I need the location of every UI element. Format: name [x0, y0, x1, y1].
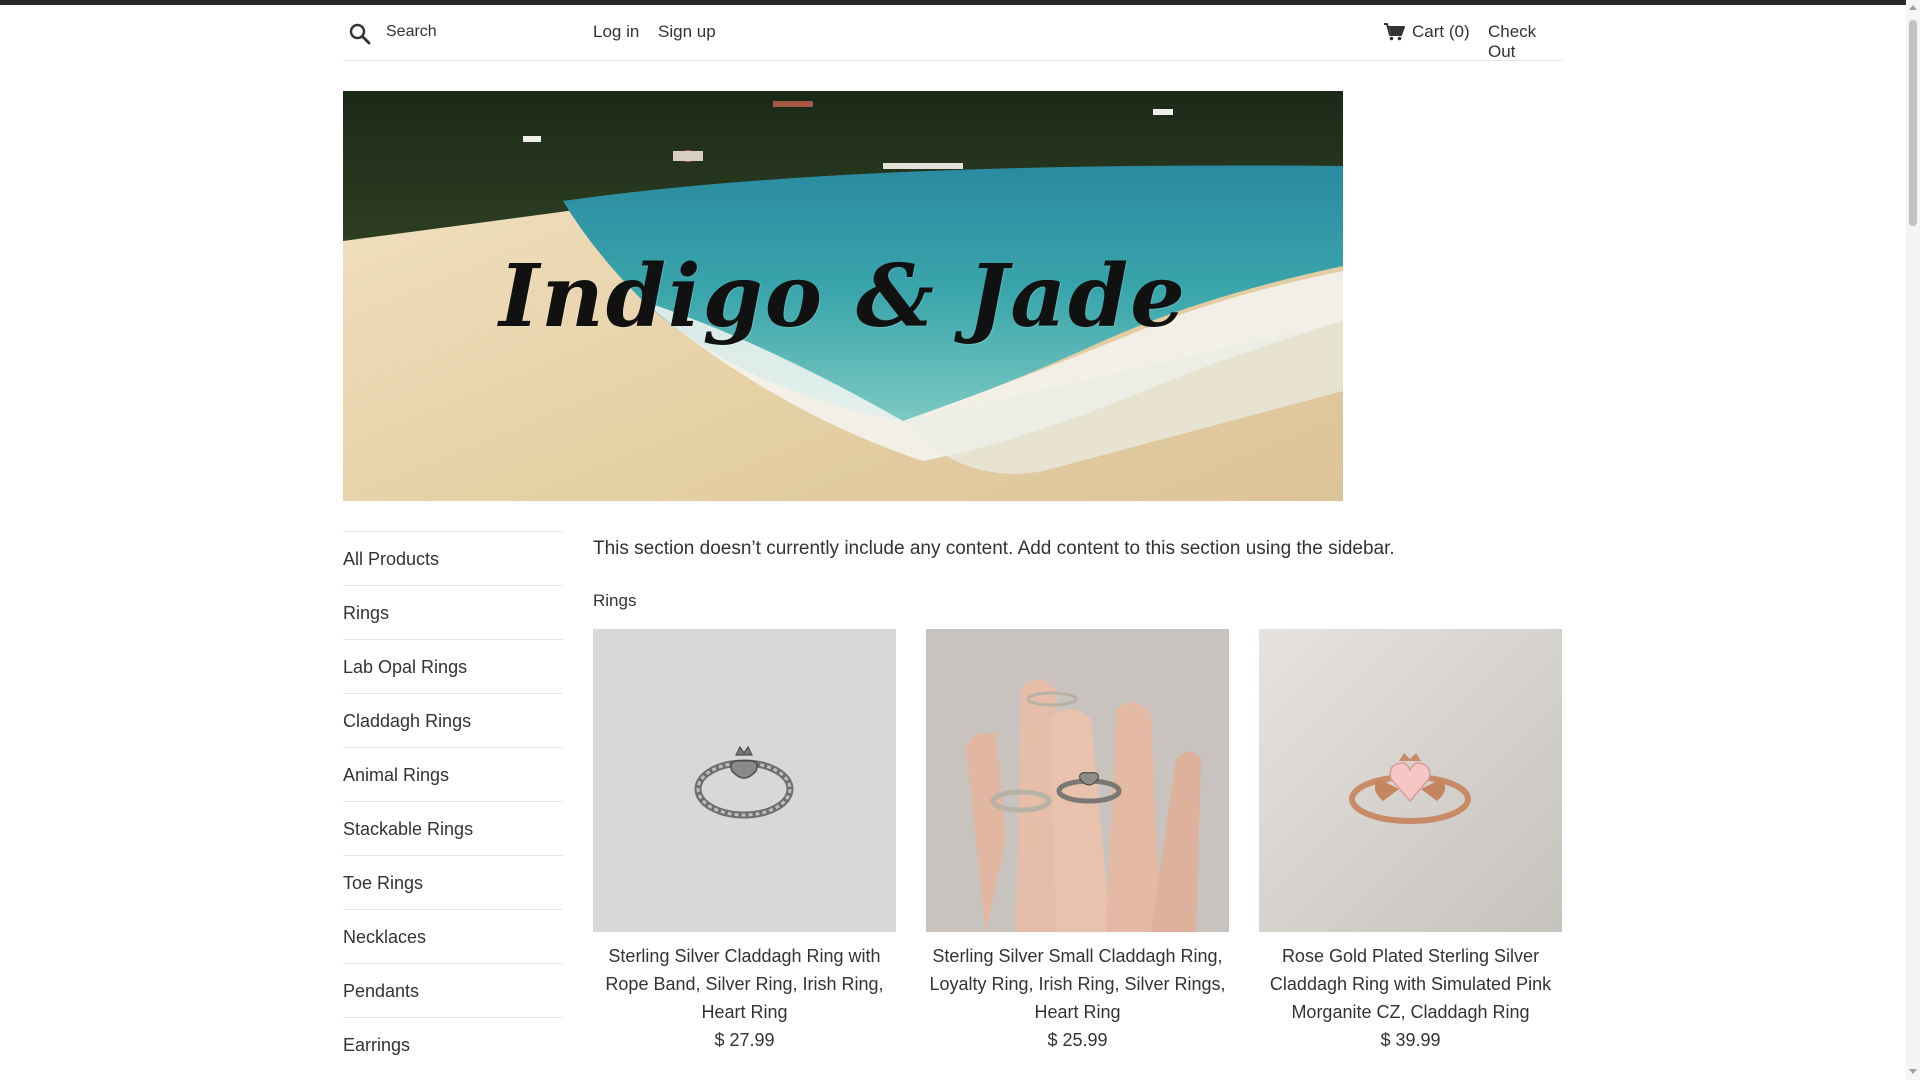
sidebar-item-claddagh-rings[interactable]: Claddagh Rings: [343, 693, 563, 747]
product-price: $ 39.99: [1380, 1030, 1441, 1050]
login-link[interactable]: Log in: [593, 22, 639, 42]
search-icon[interactable]: [348, 22, 372, 46]
cart-link[interactable]: Cart (0): [1383, 22, 1470, 42]
banner-title: Indigo & Jade: [499, 246, 1187, 347]
product-image[interactable]: [1259, 629, 1562, 932]
product-title[interactable]: Sterling Silver Claddagh Ring with Rope …: [593, 942, 896, 1026]
hero-banner: Indigo & Jade: [343, 91, 1343, 501]
signup-link[interactable]: Sign up: [658, 22, 716, 42]
scroll-up-arrow-icon[interactable]: [1908, 3, 1918, 13]
product-image[interactable]: [926, 629, 1229, 932]
sidebar-item-rings[interactable]: Rings: [343, 585, 563, 639]
sidebar-item-animal-rings[interactable]: Animal Rings: [343, 747, 563, 801]
sidebar-item-stackable-rings[interactable]: Stackable Rings: [343, 801, 563, 855]
product-price: $ 27.99: [714, 1030, 775, 1050]
product-card[interactable]: Rose Gold Plated Sterling Silver Claddag…: [1259, 629, 1562, 1054]
sidebar-nav: All Products Rings Lab Opal Rings Cladda…: [343, 531, 563, 1071]
sidebar-item-necklaces[interactable]: Necklaces: [343, 909, 563, 963]
page-scrollbar[interactable]: [1906, 0, 1920, 1080]
cart-icon: [1384, 23, 1405, 41]
search-input[interactable]: [386, 19, 576, 45]
product-image[interactable]: [593, 629, 896, 932]
product-title[interactable]: Rose Gold Plated Sterling Silver Claddag…: [1259, 942, 1562, 1026]
product-card[interactable]: Sterling Silver Small Claddagh Ring, Loy…: [926, 629, 1229, 1054]
empty-section-notice: This section doesn’t currently include a…: [593, 538, 1395, 559]
checkout-link[interactable]: Check Out: [1488, 22, 1563, 62]
sidebar-item-toe-rings[interactable]: Toe Rings: [343, 855, 563, 909]
sidebar-item-all-products[interactable]: All Products: [343, 531, 563, 585]
main-content: This section doesn’t currently include a…: [593, 531, 1563, 1050]
section-title: Rings: [593, 591, 637, 610]
sidebar-item-pendants[interactable]: Pendants: [343, 963, 563, 1017]
product-card[interactable]: Sterling Silver Claddagh Ring with Rope …: [593, 629, 896, 1054]
product-title[interactable]: Sterling Silver Small Claddagh Ring, Loy…: [926, 942, 1229, 1026]
cart-label: Cart (0): [1412, 22, 1470, 41]
sidebar-item-lab-opal-rings[interactable]: Lab Opal Rings: [343, 639, 563, 693]
product-price: $ 25.99: [1047, 1030, 1108, 1050]
scroll-down-arrow-icon[interactable]: [1908, 1066, 1918, 1076]
site-header: Log in Sign up Cart (0) Check Out: [343, 5, 1563, 61]
sidebar-item-earrings[interactable]: Earrings: [343, 1017, 563, 1071]
scrollbar-thumb[interactable]: [1909, 20, 1917, 226]
